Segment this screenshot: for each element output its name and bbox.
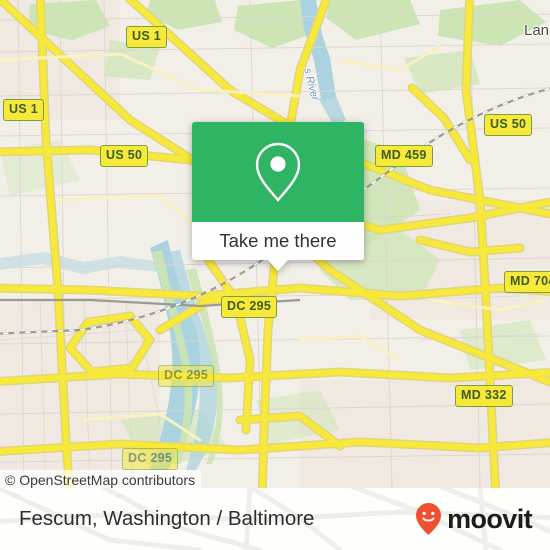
road-shield: DC 295 [221, 296, 278, 318]
callout-action-area[interactable]: Take me there [192, 222, 364, 271]
road-shield: US 1 [126, 26, 167, 48]
road-shield: MD 459 [375, 145, 433, 167]
moovit-brand[interactable]: moovit [415, 502, 533, 536]
road-shield: DC 295 [122, 448, 179, 470]
location-callout-card[interactable]: Take me there [192, 122, 364, 271]
place-label-landover: Lan [524, 22, 550, 39]
page-title: Fescum, Washington / Baltimore [19, 507, 315, 530]
map-pin-icon [254, 141, 302, 203]
callout-icon-area [192, 122, 364, 222]
take-me-there-label: Take me there [219, 229, 337, 251]
road-shield: US 1 [3, 99, 44, 121]
moovit-pin-icon [415, 502, 442, 536]
road-shield: US 50 [100, 145, 149, 167]
moovit-wordmark: moovit [447, 504, 533, 534]
osm-attribution[interactable]: © OpenStreetMap contributors [0, 470, 202, 490]
road-shield: US 50 [484, 114, 533, 136]
road-shield: MD 332 [455, 385, 513, 407]
moovit-map-screen: US 1 US 1 US 50 US 50 MD 459 MD 704 DC 2… [0, 0, 550, 550]
callout-tail [267, 259, 289, 271]
road-shield: MD 704 [504, 271, 550, 293]
road-shield: DC 295 [158, 365, 215, 387]
footer-bar: Fescum, Washington / Baltimore moovit [0, 488, 550, 550]
